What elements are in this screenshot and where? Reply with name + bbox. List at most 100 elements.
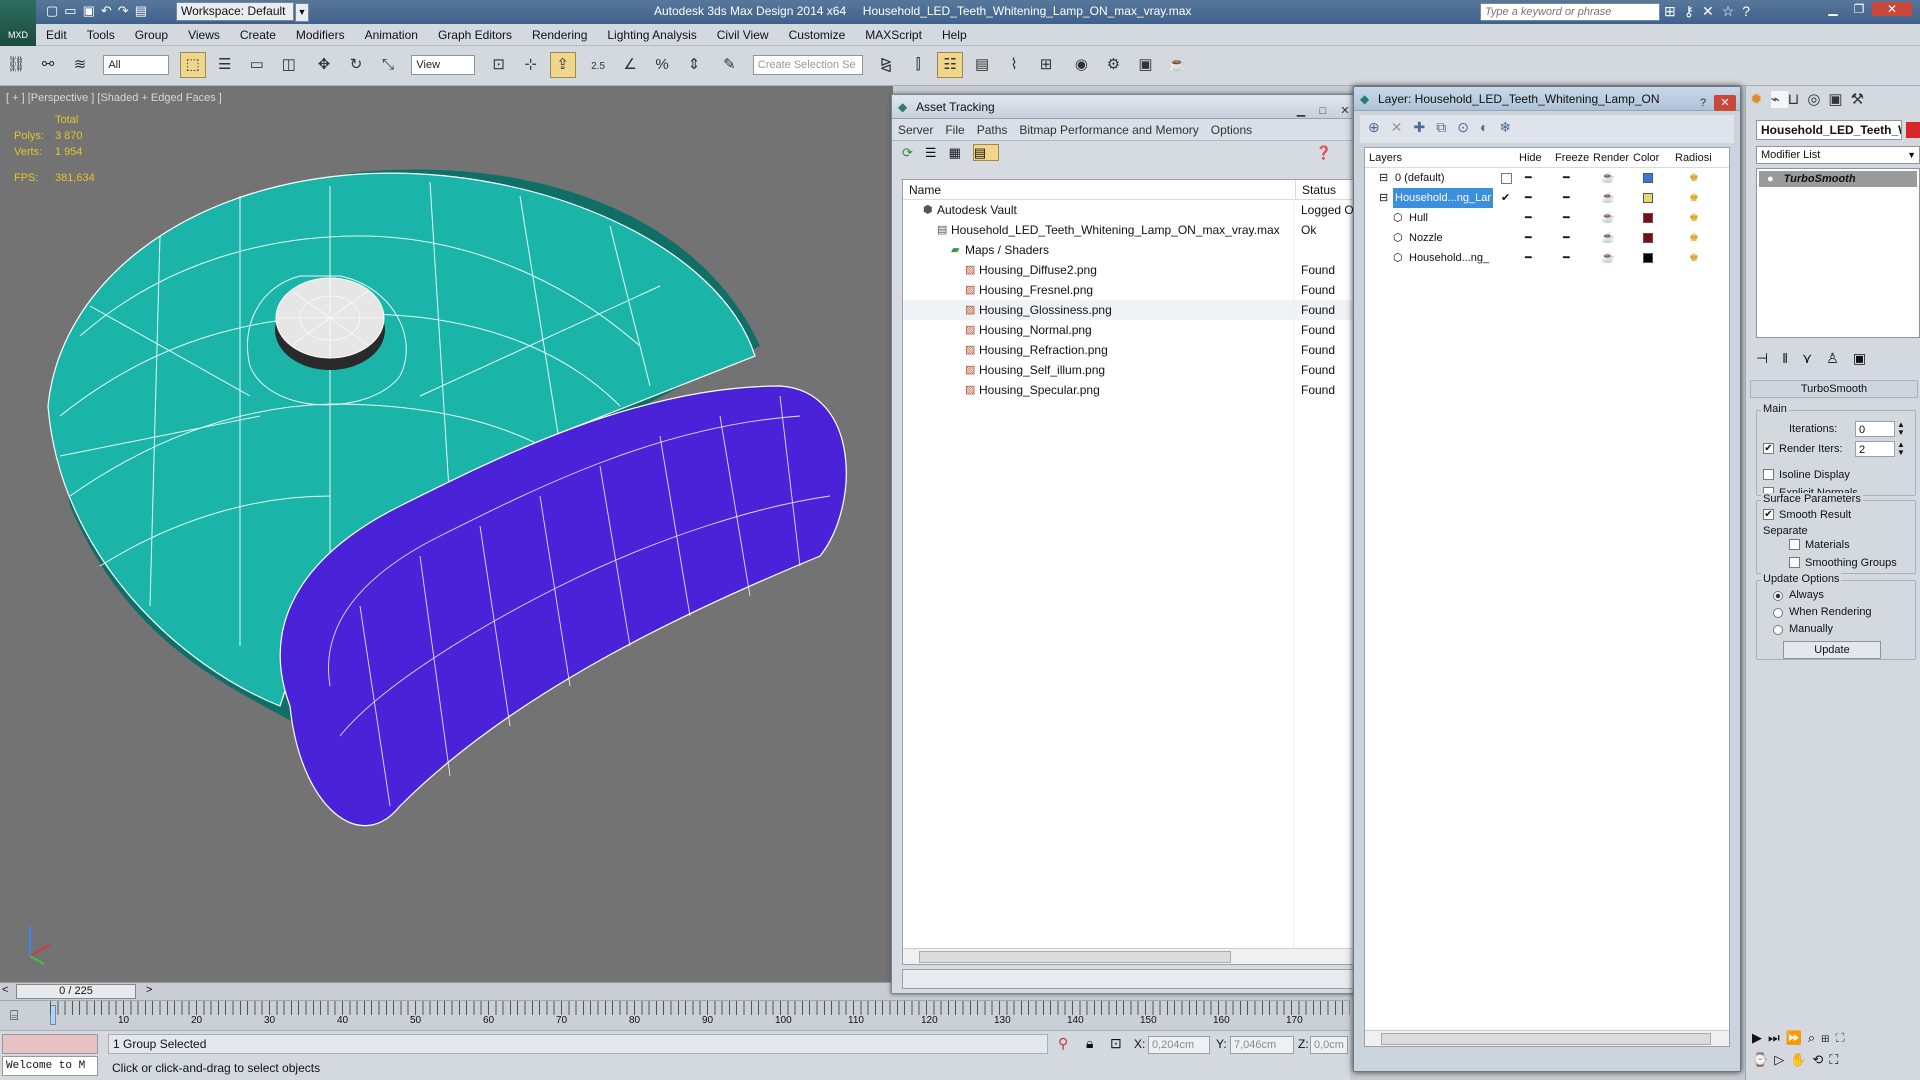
layer-list[interactable]: Layers Hide Freeze Render Color Radiosi … xyxy=(1364,147,1730,1047)
asset-row[interactable]: ▰ Maps / Shaders xyxy=(903,240,1353,260)
menu-tools[interactable]: Tools xyxy=(77,24,125,46)
layer-color-swatch[interactable] xyxy=(1643,233,1653,243)
help-icon[interactable]: ? xyxy=(1742,3,1758,19)
time-slider-prev-icon[interactable]: < xyxy=(2,984,8,996)
reference-coordinate-dropdown[interactable]: View xyxy=(411,55,476,75)
layer-name[interactable]: Nozzle xyxy=(1407,228,1495,248)
layer-manager-titlebar[interactable]: ◆ Layer: Household_LED_Teeth_Whitening_L… xyxy=(1354,87,1740,111)
hide-toggle[interactable]: ━ xyxy=(1525,168,1532,188)
pin-stack-icon[interactable]: ⊣ xyxy=(1756,350,1782,366)
window-crossing-icon[interactable]: ◫ xyxy=(276,52,302,78)
angle-snap-icon[interactable]: ∠ xyxy=(617,52,643,78)
configure-sets-icon[interactable]: ▣ xyxy=(1853,350,1880,366)
layer-name[interactable]: Household...ng_Lar xyxy=(1393,188,1493,208)
maximize-icon[interactable]: □ xyxy=(1312,103,1334,119)
project-folder-icon[interactable]: ▤ xyxy=(135,3,153,18)
material-editor-icon[interactable]: ◉ xyxy=(1068,52,1094,78)
layer-manager-window[interactable]: ◆ Layer: Household_LED_Teeth_Whitening_L… xyxy=(1353,86,1741,1072)
asset-row[interactable]: ▨ Housing_Fresnel.png Found xyxy=(903,280,1353,300)
perspective-viewport[interactable]: [ + ] [Perspective ] [Shaded + Edged Fac… xyxy=(0,86,893,982)
hide-toggle[interactable]: ━ xyxy=(1525,248,1532,268)
freeze-toggle[interactable]: ━ xyxy=(1563,228,1570,248)
make-unique-icon[interactable]: ⋎ xyxy=(1802,350,1826,366)
asset-menu-file[interactable]: File xyxy=(945,123,964,137)
asset-row[interactable]: ▨ Housing_Normal.png Found xyxy=(903,320,1353,340)
horizontal-scrollbar[interactable] xyxy=(903,948,1353,964)
schematic-view-icon[interactable]: ⊞ xyxy=(1033,52,1059,78)
graphite-tools-icon[interactable]: ▤ xyxy=(969,52,995,78)
undo-icon[interactable]: ↶ xyxy=(101,3,118,18)
render-production-icon[interactable]: ☕ xyxy=(1164,52,1190,78)
layer-current-checkbox[interactable] xyxy=(1501,168,1512,188)
favorites-star-icon[interactable]: ☆ xyxy=(1722,3,1743,19)
edit-named-selection-icon[interactable]: ✎ xyxy=(716,52,742,78)
menu-civil-view[interactable]: Civil View xyxy=(707,24,779,46)
create-tab-icon[interactable]: ✹ xyxy=(1750,91,1771,108)
hide-toggle[interactable]: ━ xyxy=(1525,188,1532,208)
asset-row[interactable]: ▨ Housing_Glossiness.png Found xyxy=(903,300,1353,320)
modifier-list-dropdown[interactable]: Modifier List ▼ xyxy=(1756,146,1920,164)
lamp-model-render[interactable] xyxy=(0,86,893,982)
asset-row[interactable]: ▤ Household_LED_Teeth_Whitening_Lamp_ON_m… xyxy=(903,220,1353,240)
z-coordinate-field[interactable]: 0,0cm xyxy=(1310,1036,1348,1054)
percent-snap-icon[interactable]: % xyxy=(649,52,675,78)
iterations-spinner-arrows[interactable]: ▲ ▼ xyxy=(1897,421,1905,437)
when-rendering-radio[interactable] xyxy=(1773,608,1783,618)
layer-name[interactable]: Household...ng_ xyxy=(1407,248,1495,268)
active-layer-check-icon[interactable]: ✔ xyxy=(1501,188,1510,208)
close-icon[interactable]: ✕ xyxy=(1872,2,1912,16)
object-color-swatch[interactable] xyxy=(1906,122,1920,138)
column-name-header[interactable]: Name xyxy=(909,180,941,200)
modifier-stack[interactable]: ● TurboSmooth xyxy=(1756,168,1920,338)
next-frame-icon[interactable]: ⏭ xyxy=(1768,1030,1786,1045)
close-icon[interactable]: ✕ xyxy=(1714,95,1736,111)
select-object-icon[interactable]: ⬚ xyxy=(179,52,206,78)
key-icon[interactable]: ⚷ xyxy=(1684,3,1702,19)
zoom-icon[interactable]: ⌕ xyxy=(1808,1030,1821,1045)
selection-lock-icon[interactable]: 🔒︎ xyxy=(1086,1035,1093,1052)
menu-create[interactable]: Create xyxy=(230,24,286,46)
menu-customize[interactable]: Customize xyxy=(779,24,856,46)
zoom-all-icon[interactable]: ⊞ xyxy=(1821,1030,1835,1045)
create-layer-icon[interactable]: ⊕ xyxy=(1368,119,1391,135)
save-icon[interactable]: ▣ xyxy=(83,3,101,18)
isoline-display-checkbox[interactable] xyxy=(1763,469,1774,480)
freeze-toggle[interactable]: ━ xyxy=(1563,208,1570,228)
field-of-view-icon[interactable]: ▷ xyxy=(1774,1052,1790,1067)
hide-toggle[interactable]: ━ xyxy=(1525,228,1532,248)
restore-icon[interactable]: ❐ xyxy=(1846,2,1872,16)
select-objects-in-layer-icon[interactable]: ⧉ xyxy=(1436,119,1457,135)
asset-help-icon[interactable]: ❓ xyxy=(1316,145,1344,161)
absolute-mode-icon[interactable]: ⊡ xyxy=(1110,1035,1122,1052)
menu-graph-editors[interactable]: Graph Editors xyxy=(428,24,522,46)
update-button[interactable]: Update xyxy=(1783,641,1881,659)
time-slider-next-icon[interactable]: > xyxy=(146,984,152,996)
radiosity-icon[interactable]: ♚ xyxy=(1689,248,1699,268)
pan-icon[interactable]: ✋ xyxy=(1790,1052,1812,1067)
menu-edit[interactable]: Edit xyxy=(36,24,77,46)
refresh-icon[interactable]: ⟳ xyxy=(902,145,925,160)
search-input[interactable] xyxy=(1481,4,1659,20)
track-bar[interactable]: ⌸ 10 20 30 40 50 60 70 80 90 100 110 120… xyxy=(0,1000,1350,1030)
asset-tracking-window[interactable]: ◆ Asset Tracking ▁ □ ✕ Server File Paths Bitm… xyxy=(891,94,1361,994)
utilities-tab-icon[interactable]: ⚒ xyxy=(1851,91,1872,108)
move-icon[interactable]: ✥ xyxy=(311,52,337,78)
asset-row[interactable]: ▨ Housing_Refraction.png Found xyxy=(903,340,1353,360)
rectangular-selection-icon[interactable]: ▭ xyxy=(244,52,270,78)
play-icon[interactable]: ▶ xyxy=(1752,1030,1768,1045)
layer-row[interactable]: ⬡ Hull ━ ━ ☕ ♚ xyxy=(1365,208,1729,228)
time-config-icon[interactable]: ⌚ xyxy=(1752,1052,1774,1067)
asset-menu-server[interactable]: Server xyxy=(898,123,933,137)
column-status-header[interactable]: Status xyxy=(1295,180,1336,200)
menu-views[interactable]: Views xyxy=(178,24,230,46)
time-slider-thumb[interactable]: 0 / 225 xyxy=(16,984,136,999)
workspace-dropdown[interactable]: Workspace: Default ▼ xyxy=(176,2,309,22)
menu-rendering[interactable]: Rendering xyxy=(522,24,597,46)
col-radiosity[interactable]: Radiosi xyxy=(1675,148,1712,168)
rotate-icon[interactable]: ↻ xyxy=(343,52,369,78)
col-layers[interactable]: Layers xyxy=(1369,148,1402,168)
layer-color-swatch[interactable] xyxy=(1643,213,1653,223)
select-manipulate-icon[interactable]: ⊹ xyxy=(518,52,544,78)
menu-help[interactable]: Help xyxy=(932,24,977,46)
col-render[interactable]: Render xyxy=(1593,148,1629,168)
